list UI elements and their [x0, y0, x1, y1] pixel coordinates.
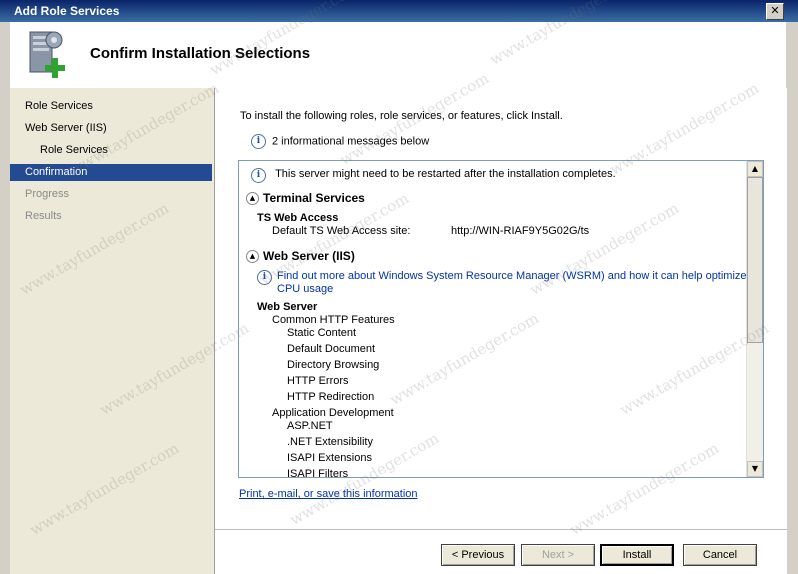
previous-button[interactable]: < Previous [441, 544, 515, 566]
feature-item: Directory Browsing [287, 359, 380, 371]
dialog-window: Add Role Services ✕ Confirm Installation… [0, 0, 798, 574]
web-server-heading: Web Server [257, 301, 318, 313]
section-title-web-server: Web Server (IIS) [263, 249, 355, 263]
close-button[interactable]: ✕ [766, 3, 784, 20]
install-button[interactable]: Install [600, 544, 674, 566]
feature-item: HTTP Redirection [287, 391, 375, 403]
feature-item: ASP.NET [287, 420, 333, 432]
nav-item-label: Role Services [25, 100, 93, 112]
selection-summary-list[interactable]: i This server might need to be restarted… [238, 160, 764, 478]
wsrm-link-continued[interactable]: CPU usage [277, 283, 333, 295]
feature-item: Common HTTP Features [272, 314, 395, 326]
main-content: To install the following roles, role ser… [214, 88, 787, 574]
print-email-save-link[interactable]: Print, e-mail, or save this information [239, 488, 418, 500]
server-add-icon [29, 31, 65, 78]
section-title-terminal-services: Terminal Services [263, 191, 365, 205]
feature-item: ISAPI Extensions [287, 452, 372, 464]
ts-web-access-heading: TS Web Access [257, 212, 339, 224]
window-title: Add Role Services [14, 4, 120, 18]
ts-site-value: http://WIN-RIAF9Y5G02G/ts [451, 225, 590, 237]
info-icon: i [251, 168, 266, 183]
nav-item-role-services[interactable]: Role Services [10, 98, 212, 115]
next-button: Next > [521, 544, 595, 566]
nav-item-results: Results [10, 208, 212, 225]
feature-item: ISAPI Filters [287, 468, 349, 478]
wsrm-info-line: i [257, 270, 272, 285]
info-icon: i [257, 270, 272, 285]
header-banner: Confirm Installation Selections [10, 22, 786, 89]
restart-note: i This server might need to be restarted… [251, 168, 616, 183]
restart-note-text: This server might need to be restarted a… [275, 168, 616, 180]
scroll-down-icon[interactable]: ▼ [747, 461, 763, 477]
feature-item: HTTP Errors [287, 375, 349, 387]
wsrm-link[interactable]: Find out more about Windows System Resou… [277, 270, 747, 282]
feature-item: Application Development [272, 407, 394, 419]
nav-item-web-server[interactable]: Web Server (IIS) [10, 120, 212, 137]
title-bar[interactable]: Add Role Services ✕ [0, 0, 798, 22]
intro-text: To install the following roles, role ser… [240, 110, 563, 122]
info-count-text: 2 informational messages below [272, 135, 430, 148]
nav-item-label: Web Server (IIS) [25, 122, 107, 134]
info-count-line: i 2 informational messages below [251, 134, 429, 149]
page-title: Confirm Installation Selections [90, 45, 311, 62]
info-icon: i [251, 134, 266, 149]
feature-item: Static Content [287, 327, 357, 339]
wizard-nav: Role Services Web Server (IIS) Role Serv… [10, 88, 214, 574]
list-scrollbar[interactable]: ▲ ▼ [746, 161, 763, 477]
collapse-icon[interactable]: ▲ [246, 250, 259, 263]
background-left-edge [0, 22, 10, 574]
nav-item-label: Role Services [40, 144, 108, 156]
nav-item-label: Confirmation [25, 166, 88, 178]
nav-item-label: Results [25, 210, 62, 222]
nav-item-confirmation[interactable]: Confirmation [10, 164, 212, 181]
scroll-up-icon[interactable]: ▲ [747, 161, 763, 177]
scroll-thumb[interactable] [747, 177, 763, 343]
cancel-button[interactable]: Cancel [683, 544, 757, 566]
nav-item-progress: Progress [10, 186, 212, 203]
collapse-icon[interactable]: ▲ [246, 192, 259, 205]
feature-item: Default Document [287, 343, 376, 355]
feature-item: .NET Extensibility [287, 436, 373, 448]
divider [215, 529, 787, 530]
nav-item-label: Progress [25, 188, 70, 200]
ts-site-label: Default TS Web Access site: [272, 225, 411, 237]
nav-item-web-server-role-services[interactable]: Role Services [10, 142, 212, 159]
